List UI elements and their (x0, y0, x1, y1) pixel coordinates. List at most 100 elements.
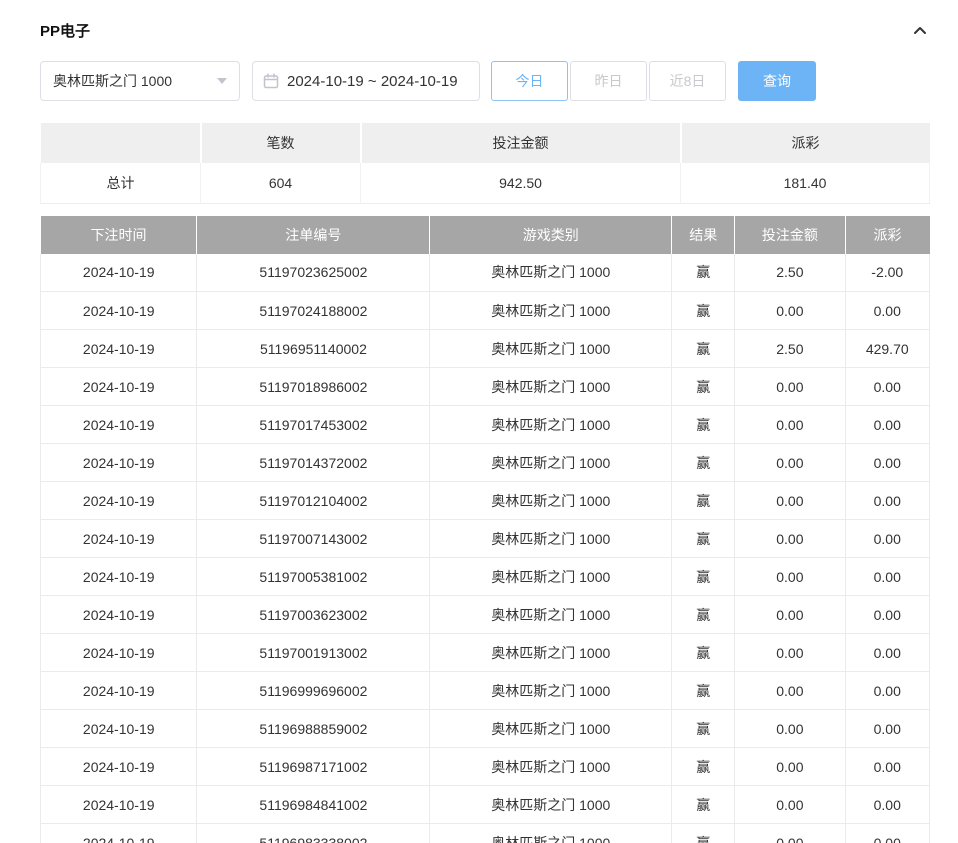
cell-bet-amount: 0.00 (735, 406, 845, 444)
table-row: 2024-10-19 51197014372002 奥林匹斯之门 1000 赢 … (41, 444, 930, 482)
table-row: 2024-10-19 51197024188002 奥林匹斯之门 1000 赢 … (41, 292, 930, 330)
cell-game-type: 奥林匹斯之门 1000 (430, 672, 672, 710)
cell-result: 赢 (672, 634, 735, 672)
cell-bet-id: 51197007143002 (197, 520, 430, 558)
table-row: 2024-10-19 51197023625002 奥林匹斯之门 1000 赢 … (41, 254, 930, 292)
cell-bet-id: 51197005381002 (197, 558, 430, 596)
cell-result: 赢 (672, 254, 735, 292)
cell-bet-amount: 0.00 (735, 596, 845, 634)
last-8-days-button[interactable]: 近8日 (649, 61, 726, 101)
cell-bet-id: 51196983338002 (197, 824, 430, 843)
bets-header-row: 下注时间 注单编号 游戏类别 结果 投注金额 派彩 (41, 216, 930, 254)
header-payout: 派彩 (845, 216, 930, 254)
cell-game-type: 奥林匹斯之门 1000 (430, 786, 672, 824)
calendar-icon (263, 73, 279, 89)
cell-payout: -2.00 (845, 254, 930, 292)
cell-game-type: 奥林匹斯之门 1000 (430, 330, 672, 368)
cell-bet-amount: 0.00 (735, 292, 845, 330)
cell-bet-time: 2024-10-19 (41, 520, 197, 558)
cell-bet-time: 2024-10-19 (41, 330, 197, 368)
cell-result: 赢 (672, 520, 735, 558)
summary-total-count: 604 (201, 163, 361, 203)
cell-payout: 0.00 (845, 710, 930, 748)
summary-total-payout: 181.40 (681, 163, 930, 203)
table-row: 2024-10-19 51196984841002 奥林匹斯之门 1000 赢 … (41, 786, 930, 824)
cell-bet-time: 2024-10-19 (41, 444, 197, 482)
cell-result: 赢 (672, 748, 735, 786)
cell-bet-time: 2024-10-19 (41, 824, 197, 843)
cell-bet-amount: 2.50 (735, 330, 845, 368)
cell-game-type: 奥林匹斯之门 1000 (430, 558, 672, 596)
summary-header-empty (41, 123, 201, 163)
search-button[interactable]: 查询 (738, 61, 816, 101)
cell-bet-amount: 0.00 (735, 748, 845, 786)
cell-bet-amount: 0.00 (735, 444, 845, 482)
cell-game-type: 奥林匹斯之门 1000 (430, 634, 672, 672)
cell-bet-amount: 0.00 (735, 368, 845, 406)
cell-bet-amount: 0.00 (735, 672, 845, 710)
cell-game-type: 奥林匹斯之门 1000 (430, 710, 672, 748)
cell-payout: 0.00 (845, 824, 930, 843)
cell-result: 赢 (672, 444, 735, 482)
today-button[interactable]: 今日 (491, 61, 568, 101)
cell-payout: 0.00 (845, 520, 930, 558)
cell-bet-time: 2024-10-19 (41, 634, 197, 672)
cell-result: 赢 (672, 482, 735, 520)
cell-game-type: 奥林匹斯之门 1000 (430, 406, 672, 444)
summary-total-bet-amount: 942.50 (361, 163, 681, 203)
summary-table: 笔数 投注金额 派彩 总计 604 942.50 181.40 (40, 123, 930, 204)
table-row: 2024-10-19 51196988859002 奥林匹斯之门 1000 赢 … (41, 710, 930, 748)
summary-total-label: 总计 (41, 163, 201, 203)
cell-result: 赢 (672, 596, 735, 634)
cell-bet-time: 2024-10-19 (41, 748, 197, 786)
bets-table: 下注时间 注单编号 游戏类别 结果 投注金额 派彩 2024-10-19 511… (40, 216, 930, 843)
cell-game-type: 奥林匹斯之门 1000 (430, 520, 672, 558)
table-row: 2024-10-19 51197017453002 奥林匹斯之门 1000 赢 … (41, 406, 930, 444)
cell-game-type: 奥林匹斯之门 1000 (430, 824, 672, 843)
table-row: 2024-10-19 51197018986002 奥林匹斯之门 1000 赢 … (41, 368, 930, 406)
cell-payout: 0.00 (845, 786, 930, 824)
cell-bet-time: 2024-10-19 (41, 482, 197, 520)
cell-payout: 0.00 (845, 672, 930, 710)
cell-bet-id: 51197014372002 (197, 444, 430, 482)
chevron-down-icon (217, 78, 227, 84)
cell-game-type: 奥林匹斯之门 1000 (430, 444, 672, 482)
cell-payout: 0.00 (845, 558, 930, 596)
yesterday-button[interactable]: 昨日 (570, 61, 647, 101)
cell-result: 赢 (672, 558, 735, 596)
date-range-value: 2024-10-19 ~ 2024-10-19 (287, 73, 458, 90)
cell-result: 赢 (672, 406, 735, 444)
pp-electronic-panel: PP电子 奥林匹斯之门 1000 2024-10-19 ~ 2024-10-19 (0, 0, 958, 843)
cell-payout: 0.00 (845, 482, 930, 520)
cell-payout: 0.00 (845, 368, 930, 406)
cell-result: 赢 (672, 710, 735, 748)
game-select[interactable]: 奥林匹斯之门 1000 (40, 61, 240, 101)
cell-bet-amount: 0.00 (735, 482, 845, 520)
summary-total-row: 总计 604 942.50 181.40 (41, 163, 930, 203)
cell-bet-time: 2024-10-19 (41, 292, 197, 330)
cell-bet-id: 51197012104002 (197, 482, 430, 520)
cell-game-type: 奥林匹斯之门 1000 (430, 482, 672, 520)
cell-bet-time: 2024-10-19 (41, 596, 197, 634)
table-row: 2024-10-19 51196987171002 奥林匹斯之门 1000 赢 … (41, 748, 930, 786)
cell-payout: 0.00 (845, 406, 930, 444)
cell-game-type: 奥林匹斯之门 1000 (430, 748, 672, 786)
cell-bet-id: 51197003623002 (197, 596, 430, 634)
table-row: 2024-10-19 51196951140002 奥林匹斯之门 1000 赢 … (41, 330, 930, 368)
table-row: 2024-10-19 51196983338002 奥林匹斯之门 1000 赢 … (41, 824, 930, 843)
cell-result: 赢 (672, 368, 735, 406)
bets-table-body: 2024-10-19 51197023625002 奥林匹斯之门 1000 赢 … (41, 254, 930, 843)
header-bet-amount: 投注金额 (735, 216, 845, 254)
table-row: 2024-10-19 51197005381002 奥林匹斯之门 1000 赢 … (41, 558, 930, 596)
cell-bet-id: 51197001913002 (197, 634, 430, 672)
cell-game-type: 奥林匹斯之门 1000 (430, 254, 672, 292)
cell-payout: 0.00 (845, 292, 930, 330)
summary-header-count: 笔数 (201, 123, 361, 163)
summary-header-payout: 派彩 (681, 123, 930, 163)
cell-game-type: 奥林匹斯之门 1000 (430, 292, 672, 330)
cell-bet-amount: 0.00 (735, 710, 845, 748)
date-range-input[interactable]: 2024-10-19 ~ 2024-10-19 (252, 61, 480, 101)
chevron-up-icon[interactable] (910, 21, 930, 41)
cell-bet-id: 51197023625002 (197, 254, 430, 292)
cell-bet-time: 2024-10-19 (41, 672, 197, 710)
